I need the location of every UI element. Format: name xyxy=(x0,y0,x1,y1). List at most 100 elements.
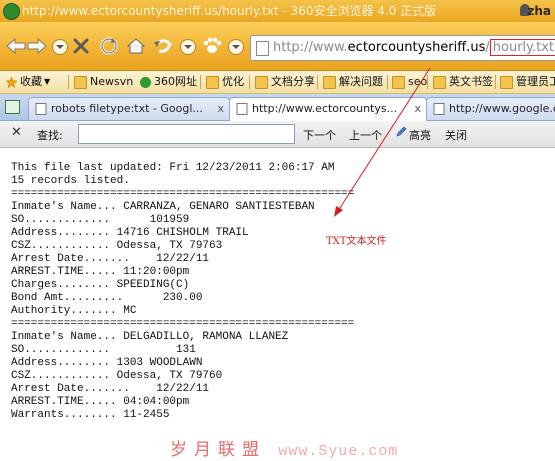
divider xyxy=(495,75,496,89)
find-bar: ✕ 查找: 下一个 上一个 高亮 关闭 xyxy=(0,121,555,148)
stop-icon xyxy=(73,38,89,54)
tab-close-icon[interactable]: x xyxy=(217,98,224,120)
doc-line: Address........ 1303 WOODLAWN xyxy=(11,357,203,369)
highlighter-icon xyxy=(396,126,407,137)
refresh-icon xyxy=(100,37,118,55)
paw-icon xyxy=(203,37,222,53)
address-text[interactable]: http://www.ectorcountysheriff.us/hourly.… xyxy=(273,36,555,60)
folder-icon xyxy=(255,75,268,89)
find-label: 查找: xyxy=(37,129,63,142)
doc-line: Inmate's Name... CARRANZA, GENARO SANTIE… xyxy=(11,201,315,213)
doc-line: Address........ 14716 CHISHOLM TRAIL xyxy=(11,227,249,239)
home-button[interactable] xyxy=(127,36,145,56)
tab-label: http://www.ectorcountys... xyxy=(252,102,398,115)
doc-line: CSZ............ Odessa, TX 79763 xyxy=(11,240,223,252)
doc-line: ARREST.TIME..... 04:04:00pm xyxy=(11,396,190,408)
user-name[interactable]: zha xyxy=(527,0,551,22)
favorite-label: 英文书签 xyxy=(449,75,493,88)
doc-line: CSZ............ Odessa, TX 79760 xyxy=(11,370,223,382)
360-icon xyxy=(140,76,151,88)
favorite-item[interactable]: 管理员工 xyxy=(500,71,555,93)
doc-line: Arrest Date....... 12/22/11 xyxy=(11,253,210,265)
tab-bar: robots filetype:txt - Googl... x http://… xyxy=(0,94,555,121)
doc-line: 15 records listed. xyxy=(11,175,130,187)
stop-button[interactable] xyxy=(72,36,90,56)
folder-icon xyxy=(433,75,446,89)
tab-label: robots filetype:txt - Googl... xyxy=(51,102,203,115)
page-icon xyxy=(256,41,269,56)
divider xyxy=(427,75,428,89)
favorite-label: 解决问题 xyxy=(339,75,383,88)
undo-close-button[interactable] xyxy=(153,36,173,56)
find-input[interactable] xyxy=(78,124,295,144)
tab-ectorcounty[interactable]: http://www.ectorcountys... x xyxy=(229,97,427,121)
favorite-item[interactable]: 文档分享 xyxy=(255,71,315,93)
folder-icon xyxy=(323,75,336,89)
star-icon xyxy=(6,76,17,88)
document-view: This file last updated: Fri 12/23/2011 2… xyxy=(0,148,555,461)
find-close-button[interactable]: 关闭 xyxy=(445,127,467,143)
forward-button[interactable] xyxy=(27,36,47,56)
history-dropdown-icon[interactable] xyxy=(52,39,68,55)
divider xyxy=(249,75,250,89)
find-next-button[interactable]: 下一个 xyxy=(303,127,336,143)
doc-line: Bond Amt......... 230.00 xyxy=(11,292,203,304)
divider xyxy=(387,75,388,89)
tab-label: http://www.google.co xyxy=(449,102,555,115)
favorite-item[interactable]: 英文书签 xyxy=(433,71,493,93)
tab-robots[interactable]: robots filetype:txt - Googl... x xyxy=(28,97,230,120)
doc-line: Inmate's Name... DELGADILLO, RAMONA LLAN… xyxy=(11,331,289,343)
highlight-button[interactable]: 高亮 xyxy=(409,127,431,143)
doc-line: This file last updated: Fri 12/23/2011 2… xyxy=(11,162,335,174)
favorite-item[interactable]: Newsvn xyxy=(74,71,133,93)
watermark-url: www.Syue.com xyxy=(278,443,399,460)
favorite-label: 360网址 xyxy=(154,75,197,88)
page-icon xyxy=(35,103,47,115)
back-button[interactable] xyxy=(6,36,26,56)
page-icon xyxy=(236,103,248,115)
annotation-label: TXT文本文件 xyxy=(326,236,387,247)
url-highlighted-path: hourly.txt xyxy=(489,39,555,56)
doc-line: ARREST.TIME..... 11:20:00pm xyxy=(11,266,190,278)
favorite-label: 管理员工 xyxy=(516,75,555,88)
home-icon xyxy=(127,38,145,54)
tab-google[interactable]: http://www.google.co xyxy=(426,97,555,120)
favorite-item[interactable]: 解决问题 xyxy=(323,71,383,93)
favorite-label: 文档分享 xyxy=(271,75,315,88)
url-domain: ectorcountysheriff.us xyxy=(347,40,486,55)
favorite-item[interactable]: 360网址 xyxy=(140,71,197,93)
divider xyxy=(68,75,69,89)
paw-dropdown-icon[interactable] xyxy=(228,39,244,55)
doc-line: ========================================… xyxy=(11,188,355,200)
find-previous-button[interactable]: 上一个 xyxy=(349,127,382,143)
doc-line: Charges........ SPEEDING(C) xyxy=(11,279,190,291)
undo-dropdown-icon[interactable] xyxy=(180,39,196,55)
doc-line: SO............. 131 xyxy=(11,344,196,356)
sidebar-toggle-icon[interactable] xyxy=(5,100,20,114)
folder-icon xyxy=(500,75,513,89)
favorite-label: Newsvn xyxy=(90,75,134,88)
folder-icon xyxy=(392,75,405,89)
favorite-item[interactable]: seo xyxy=(392,71,427,93)
favorite-label: seo xyxy=(408,75,428,88)
favorites-bar: 收藏 ▼ Newsvn 360网址 优化 文档分享 解决问题 seo 英文书签 … xyxy=(0,71,555,94)
tab-close-icon[interactable]: x xyxy=(414,98,421,120)
favorite-item[interactable]: 优化 xyxy=(206,71,244,93)
divider xyxy=(317,75,318,89)
chevron-down-icon: ▼ xyxy=(44,77,51,86)
find-close-icon[interactable]: ✕ xyxy=(11,126,22,140)
favorites-menu[interactable]: 收藏 ▼ xyxy=(6,71,50,93)
page-icon xyxy=(433,103,445,115)
paw-button[interactable] xyxy=(201,36,223,56)
refresh-button[interactable] xyxy=(100,36,118,56)
favorite-label: 收藏 xyxy=(20,75,42,88)
watermark-text: 岁月联盟 xyxy=(170,440,266,460)
doc-line: Arrest Date....... 12/22/11 xyxy=(11,383,210,395)
watermark: 岁月联盟 www.Syue.com xyxy=(170,435,398,460)
window-title: http://www.ectorcountysheriff.us/hourly.… xyxy=(22,4,437,18)
doc-line: SO............. 101959 xyxy=(11,214,190,226)
url-prefix: http://www. xyxy=(273,40,348,55)
address-bar[interactable]: http://www.ectorcountysheriff.us/hourly.… xyxy=(250,35,555,61)
favorite-label: 优化 xyxy=(222,75,244,88)
divider xyxy=(200,75,201,89)
